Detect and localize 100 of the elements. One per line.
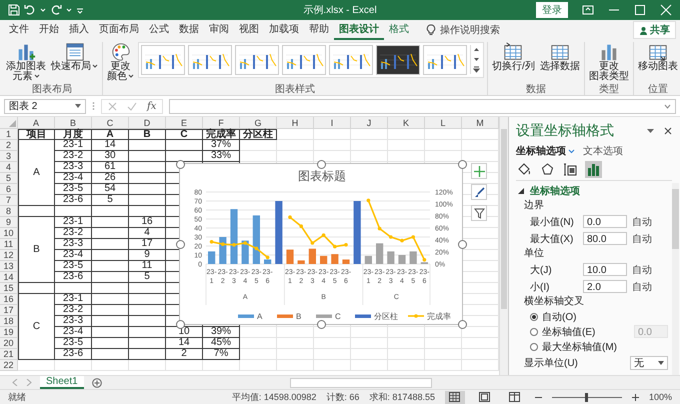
column-header[interactable]: K (388, 117, 425, 129)
ribbon-tab[interactable]: 视图 (234, 20, 264, 40)
normal-view-button[interactable] (444, 390, 465, 404)
ribbon-tab[interactable]: 页面布局 (94, 20, 144, 40)
row-header[interactable]: 16 (0, 294, 18, 305)
section-header[interactable]: 坐标轴选项 (516, 181, 670, 199)
value-field[interactable]: 0.0 (583, 215, 627, 228)
ribbon-command[interactable]: 添加图表 元素 (5, 42, 47, 82)
row-header[interactable]: 3 (0, 151, 18, 162)
name-box[interactable]: 图表 2 (4, 98, 86, 114)
column-header[interactable]: C (92, 117, 129, 129)
sign-in-button[interactable]: 登录 (536, 2, 568, 18)
column-header[interactable]: L (425, 117, 462, 129)
chart-style-thumbnail[interactable] (141, 45, 185, 75)
size-tab[interactable] (562, 161, 579, 178)
row-header[interactable]: 19 (0, 327, 18, 338)
display-units-dropdown[interactable]: 无 (630, 356, 668, 370)
maximize-icon[interactable] (634, 4, 646, 16)
row-header[interactable]: 8 (0, 206, 18, 217)
pane-tab[interactable]: 文本选项 (583, 144, 623, 158)
ribbon-display-icon[interactable] (582, 4, 594, 16)
column-header[interactable]: E (166, 117, 203, 129)
column-header[interactable]: A (18, 117, 55, 129)
zoom-level[interactable]: 100% (648, 392, 672, 402)
legend-item[interactable]: B (277, 312, 302, 321)
vertical-scrollbar[interactable] (499, 117, 508, 375)
share-button[interactable]: 共享 (633, 21, 676, 39)
column-header[interactable]: M (462, 117, 499, 129)
row-header[interactable]: 18 (0, 316, 18, 327)
resize-handle[interactable] (317, 320, 326, 329)
more-icon[interactable] (472, 65, 481, 74)
zoom-in-icon[interactable] (632, 394, 639, 400)
ribbon-tab[interactable]: 帮助 (304, 20, 334, 40)
row-header[interactable]: 14 (0, 272, 18, 283)
save-icon[interactable] (8, 4, 20, 16)
ribbon-command[interactable]: 快速布局 (50, 42, 99, 72)
ribbon-tab[interactable]: 开始 (34, 20, 64, 40)
dropdown-icon[interactable] (647, 128, 654, 134)
chart-style-thumbnail[interactable] (188, 45, 232, 75)
horizontal-scrollbar[interactable] (290, 378, 432, 388)
redo-icon[interactable] (50, 4, 62, 16)
ribbon-tab[interactable]: 公式 (144, 20, 174, 40)
legend-item[interactable]: 分区柱 (355, 312, 398, 321)
resize-handle[interactable] (317, 160, 326, 169)
row-header[interactable]: 9 (0, 217, 18, 228)
chart-style-thumbnail[interactable] (235, 45, 279, 75)
row-header[interactable]: 10 (0, 228, 18, 239)
chart-style-thumbnail[interactable] (282, 45, 326, 75)
chart-filters-button[interactable] (471, 205, 487, 221)
sheet-tab[interactable]: Sheet1 (40, 376, 84, 389)
row-header[interactable]: 5 (0, 173, 18, 184)
row-header[interactable]: 17 (0, 305, 18, 316)
column-header[interactable]: F (203, 117, 240, 129)
row-header[interactable]: 12 (0, 250, 18, 261)
chart-elements-button[interactable] (471, 163, 487, 179)
chart-styles-button[interactable] (471, 184, 487, 200)
ribbon-tab[interactable]: 数据 (174, 20, 204, 40)
ribbon-command[interactable]: 移动图表 (636, 42, 679, 72)
auto-button[interactable]: 自动 (632, 262, 652, 276)
legend-item[interactable]: 完成率 (408, 312, 451, 321)
expand-icon[interactable] (664, 104, 671, 108)
pane-scrollbar[interactable] (672, 183, 679, 375)
value-field[interactable]: 10.0 (583, 263, 627, 276)
row-header[interactable]: 21 (0, 349, 18, 360)
ribbon-command[interactable]: 切换行/列 (491, 42, 536, 72)
column-header[interactable]: D (129, 117, 166, 129)
row-header[interactable]: 20 (0, 338, 18, 349)
tell-me-search[interactable]: 操作说明搜索 (440, 23, 500, 37)
auto-button[interactable]: 自动 (632, 280, 652, 294)
row-header[interactable]: 2 (0, 140, 18, 151)
row-header[interactable]: 7 (0, 195, 18, 206)
radio-label[interactable]: 自动(O) (542, 310, 668, 324)
row-header[interactable]: 4 (0, 162, 18, 173)
resize-handle[interactable] (458, 240, 467, 249)
column-header[interactable]: J (351, 117, 388, 129)
ribbon-tab[interactable]: 格式 (384, 20, 414, 40)
column-header[interactable]: B (55, 117, 92, 129)
row-header[interactable]: 6 (0, 184, 18, 195)
column-header[interactable]: I (314, 117, 351, 129)
axis-tab[interactable] (585, 161, 602, 178)
slider-thumb[interactable] (584, 392, 588, 402)
row-header[interactable]: 11 (0, 239, 18, 250)
radio-button[interactable] (530, 312, 538, 320)
add-sheet-icon[interactable] (92, 378, 102, 388)
legend-item[interactable]: C (316, 312, 341, 321)
value-field[interactable]: 2.0 (583, 280, 627, 293)
formula-input[interactable] (169, 98, 676, 114)
resize-handle[interactable] (458, 320, 467, 329)
pane-tab[interactable]: 坐标轴选项 (516, 144, 575, 158)
column-header[interactable]: H (277, 117, 314, 129)
legend-item[interactable]: A (238, 312, 262, 321)
row-header[interactable]: 1 (0, 129, 18, 140)
radio-label[interactable]: 最大坐标轴值(M) (542, 340, 668, 354)
radio-button[interactable] (530, 342, 538, 350)
row-header[interactable]: 15 (0, 283, 18, 294)
column-header[interactable]: G (240, 117, 277, 129)
close-icon[interactable] (664, 127, 672, 135)
chart-style-thumbnail[interactable] (329, 45, 373, 75)
ribbon-command[interactable]: 选择数据 (538, 42, 581, 72)
ribbon-command[interactable]: 更改 颜色 (106, 42, 135, 82)
